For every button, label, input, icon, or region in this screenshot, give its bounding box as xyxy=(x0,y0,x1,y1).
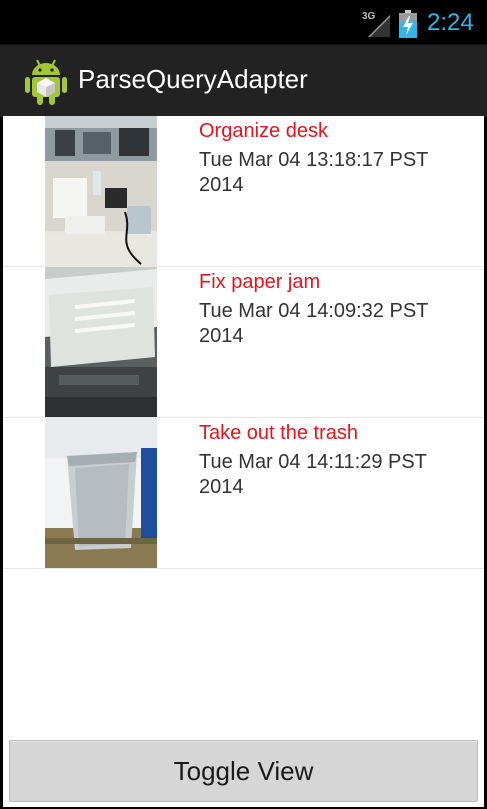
app-title: ParseQueryAdapter xyxy=(78,64,308,94)
list-item[interactable]: Take out the trash Tue Mar 04 14:11:29 P… xyxy=(3,418,484,569)
item-date: Tue Mar 04 13:18:17 PST 2014 xyxy=(199,149,429,196)
printer-photo xyxy=(45,267,157,417)
signal-strength-icon xyxy=(368,15,390,37)
list-item[interactable]: Organize desk Tue Mar 04 13:18:17 PST 20… xyxy=(3,116,484,267)
list-item[interactable]: Fix paper jam Tue Mar 04 14:09:32 PST 20… xyxy=(3,267,484,418)
battery-charging-icon xyxy=(399,10,417,38)
toggle-view-button[interactable]: Toggle View xyxy=(9,740,478,802)
item-title: Organize desk xyxy=(199,120,328,142)
trash-can-photo xyxy=(45,418,157,568)
task-list: Organize desk Tue Mar 04 13:18:17 PST 20… xyxy=(3,116,484,807)
device-screen: 3G 2:24 ParseQueryAdapter Organize desk … xyxy=(0,0,487,809)
action-bar: ParseQueryAdapter xyxy=(0,44,487,117)
item-title: Fix paper jam xyxy=(199,271,321,293)
android-icon[interactable] xyxy=(25,58,67,106)
item-date: Tue Mar 04 14:09:32 PST 2014 xyxy=(199,300,429,347)
item-title: Take out the trash xyxy=(199,422,358,444)
item-date: Tue Mar 04 14:11:29 PST 2014 xyxy=(199,451,427,498)
status-bar: 3G 2:24 xyxy=(0,0,487,44)
office-desk-photo xyxy=(45,116,157,266)
clock: 2:24 xyxy=(427,9,474,36)
